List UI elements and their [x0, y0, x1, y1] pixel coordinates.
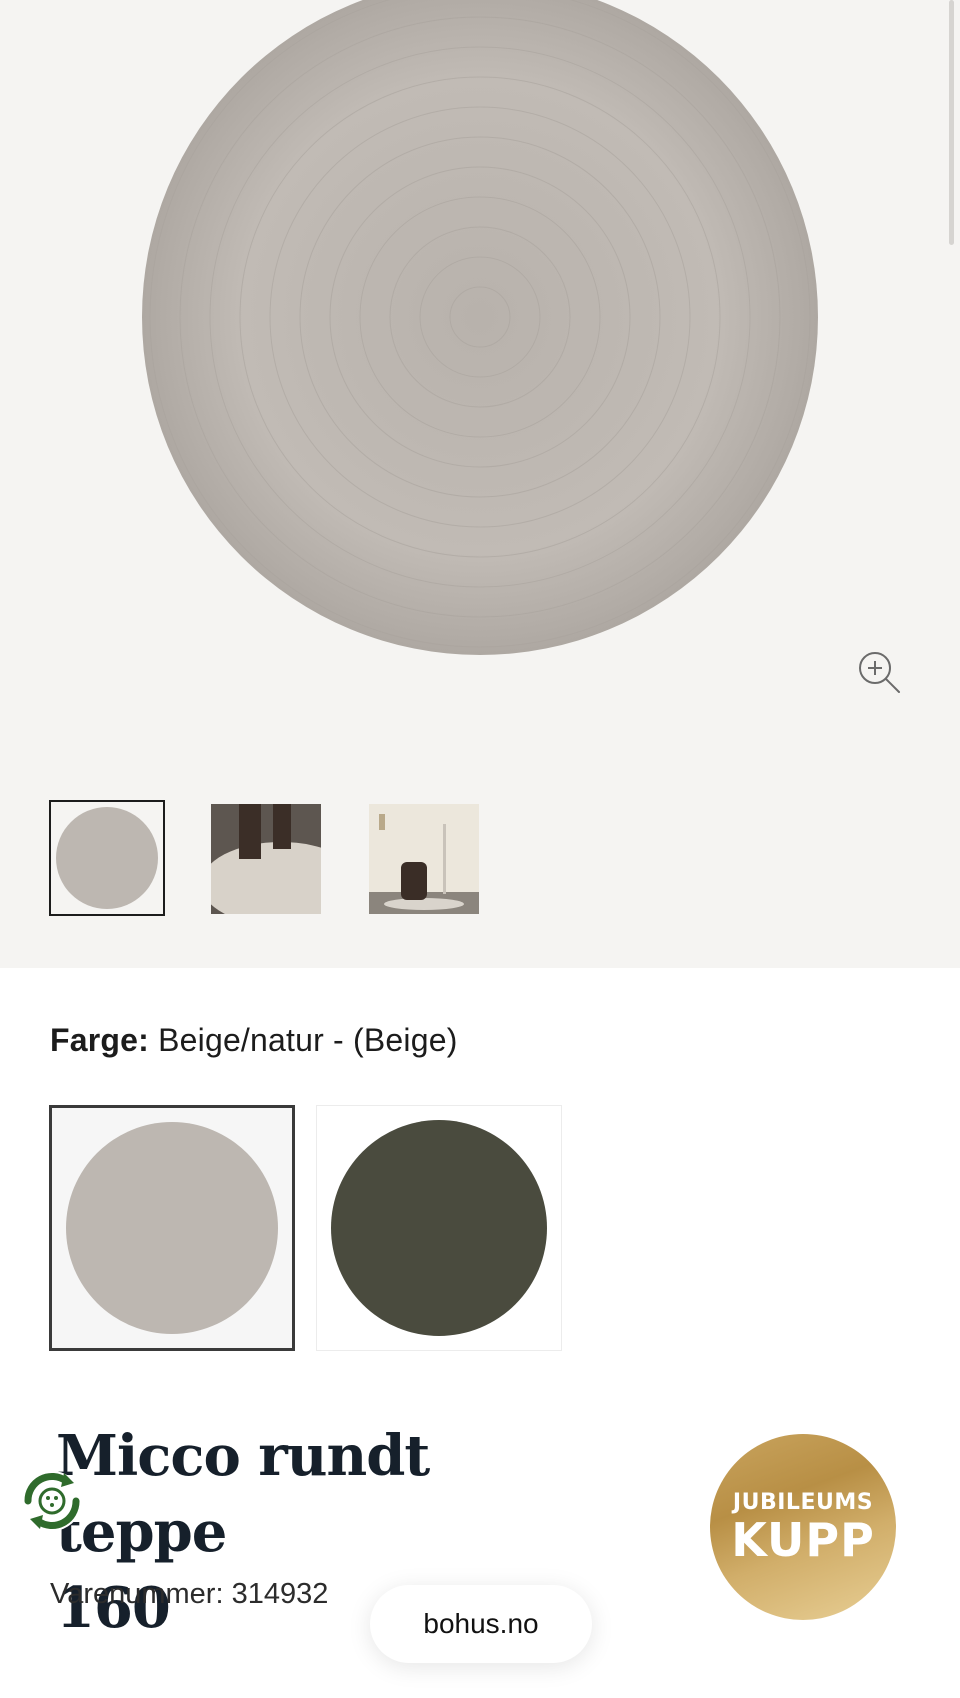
- zoom-button[interactable]: [855, 648, 903, 696]
- color-swatch-beige[interactable]: [49, 1105, 295, 1351]
- swatch-green-image: [331, 1120, 547, 1336]
- color-selector-label: Farge: Beige/natur - (Beige): [50, 1022, 458, 1059]
- thumb-room-with-chair[interactable]: [369, 804, 479, 914]
- product-title-line1: Micco rundt teppe: [56, 1423, 430, 1565]
- jubileums-kupp-badge: JUBILEUMS KUPP: [710, 1434, 896, 1620]
- thumb-rug-with-table[interactable]: [211, 804, 321, 914]
- recycle-icon: [22, 1471, 82, 1531]
- badge-line2: KUPP: [731, 1513, 875, 1567]
- product-gallery: [0, 0, 960, 968]
- zoom-in-icon: [859, 652, 900, 693]
- thumb-rug-top-view[interactable]: [49, 800, 165, 916]
- color-value: Beige/natur - (Beige): [158, 1022, 458, 1058]
- color-label: Farge:: [50, 1022, 149, 1058]
- recycle-badge[interactable]: [14, 1463, 90, 1539]
- main-product-image[interactable]: [138, 0, 822, 656]
- color-swatch-green[interactable]: [316, 1105, 562, 1351]
- scrollbar[interactable]: [949, 0, 954, 245]
- url-domain: bohus.no: [423, 1608, 539, 1639]
- url-bar[interactable]: bohus.no: [370, 1585, 592, 1663]
- product-sku: Varenummer: 314932: [50, 1578, 329, 1610]
- swatch-beige-image: [66, 1122, 278, 1334]
